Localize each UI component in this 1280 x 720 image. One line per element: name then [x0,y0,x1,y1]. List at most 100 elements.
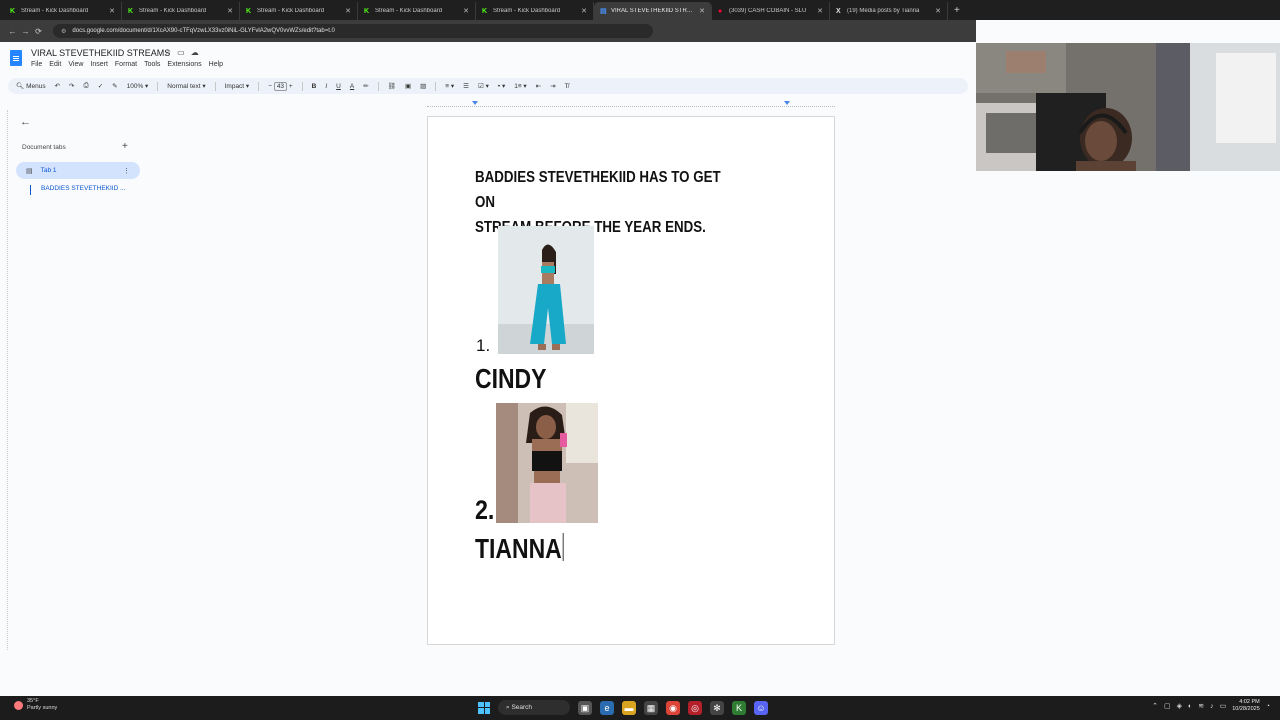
clock[interactable]: 4:02 PM 10/28/2025 [1232,699,1260,713]
line-spacing-icon[interactable]: ☰ [463,82,469,90]
tray-overflow-icon[interactable]: ⌃ [1152,702,1158,710]
kick-icon: K [10,7,16,15]
style-select[interactable]: Normal text ▾ [167,82,205,90]
text-color-icon[interactable]: A [350,83,354,90]
chrome-icon[interactable]: ◉ [666,700,680,715]
document-title[interactable]: VIRAL STEVETHEKIID STREAMS [31,48,170,58]
zoom-select[interactable]: 100% ▾ [127,82,149,90]
horizontal-ruler[interactable] [427,101,835,107]
browser-tab[interactable]: K Stream - Kick Dashboard ✕ [358,2,476,20]
close-outline-arrow-icon[interactable]: ← [20,116,31,128]
wifi-icon[interactable]: ≋ [1198,702,1204,710]
close-tab-icon[interactable]: ✕ [227,7,233,15]
notifications-icon[interactable]: ◔ [1266,703,1270,710]
site-info-icon[interactable]: ⚙ [61,28,66,35]
new-tab-button[interactable]: + [954,2,960,20]
browser-tab[interactable]: K Stream - Kick Dashboard ✕ [476,2,594,20]
tianna-photo[interactable] [496,403,598,523]
link-icon[interactable]: ⛓ [388,82,396,90]
outline-heading-item[interactable]: BADDIES STEVETHEKIID ... [30,185,130,195]
move-folder-icon[interactable]: ▭ [177,48,191,57]
task-view-icon[interactable]: ▣ [578,700,592,715]
forward-icon[interactable]: → [19,27,32,36]
toolbar-divider [157,81,159,91]
redo-icon[interactable]: ↷ [69,82,74,90]
reload-icon[interactable]: ⟳ [32,27,45,36]
align-icon[interactable]: ≡ ▾ [445,82,454,90]
more-options-icon[interactable]: ⋮ [123,167,130,175]
toolbar-divider [301,81,303,91]
tray-app-icon[interactable]: ▢ [1164,702,1171,710]
decrease-indent-icon[interactable]: ⇤ [536,82,541,90]
tray-app-icon[interactable]: ◐ [1188,703,1192,710]
docs-header: VIRAL STEVETHEKIID STREAMS ☆▭☁ File Edit V… [0,42,976,78]
url-field[interactable]: ⚙ docs.google.com/document/d/1XcAX90-cTF… [53,24,653,38]
close-tab-icon[interactable]: ✕ [699,7,705,15]
file-explorer-icon[interactable]: ▬ [622,700,636,715]
document-page[interactable]: BADDIES STEVETHEKIID HAS TO GET ON STREA… [427,116,835,645]
italic-icon[interactable]: I [325,83,327,90]
webcam-overlay [976,43,1280,171]
underline-icon[interactable]: U [336,83,341,90]
add-tab-icon[interactable]: + [122,141,128,152]
discord-icon[interactable]: ☺ [754,700,768,715]
star-icon[interactable]: ☆ [164,48,177,57]
browser-tab[interactable]: ● (3039) CASH COBAIN - SLU ✕ [712,2,830,20]
image-icon[interactable]: ▨ [420,82,426,90]
weather-widget[interactable]: 35°F Partly sunny [14,698,57,712]
clear-formatting-icon[interactable]: T̸ [565,83,569,90]
font-size-control[interactable]: − 43 + [268,81,293,91]
tray-app-icon[interactable]: ◈ [1177,702,1182,710]
menu-tools[interactable]: Tools [144,61,160,68]
indent-marker[interactable] [472,101,478,105]
cindy-photo[interactable] [498,226,594,354]
search-menus-button[interactable]: 🔍︎ Menus [16,82,46,90]
undo-icon[interactable]: ↶ [55,82,60,90]
numbered-list-icon[interactable]: 1≡ ▾ [514,82,526,90]
menu-file[interactable]: File [31,61,42,68]
obs-icon[interactable]: ◎ [688,700,702,715]
edge-icon[interactable]: e [600,700,614,715]
comment-icon[interactable]: ▣ [405,82,411,90]
browser-tab[interactable]: X (19) Media posts by Tianna ✕ [830,2,948,20]
bulleted-list-icon[interactable]: • ▾ [498,82,505,90]
close-tab-icon[interactable]: ✕ [463,7,469,15]
cloud-status-icon[interactable]: ☁ [191,48,205,57]
increase-indent-icon[interactable]: ⇥ [550,82,555,90]
bold-icon[interactable]: B [312,83,317,90]
highlight-icon[interactable]: ✏ [363,82,368,90]
windows-start-icon[interactable] [478,701,490,714]
kick-app-icon[interactable]: K [732,700,746,715]
checklist-icon[interactable]: ☑ ▾ [478,82,489,90]
browser-tab[interactable]: K Stream - Kick Dashboard ✕ [122,2,240,20]
clock-date: 10/28/2025 [1232,706,1260,712]
close-tab-icon[interactable]: ✕ [345,7,351,15]
menu-insert[interactable]: Insert [90,61,108,68]
font-select[interactable]: Impact ▾ [225,82,250,90]
store-icon[interactable]: ▦ [644,700,658,715]
close-tab-icon[interactable]: ✕ [581,7,587,15]
docs-logo-icon[interactable] [10,50,22,66]
menu-view[interactable]: View [68,61,83,68]
browser-tab[interactable]: K Stream - Kick Dashboard ✕ [240,2,358,20]
menu-format[interactable]: Format [115,61,137,68]
browser-tab[interactable]: ▤ VIRAL STEVETHEKIID STREAMS ✕ [594,2,712,20]
menu-edit[interactable]: Edit [49,61,61,68]
spellcheck-icon[interactable]: ✓ [98,82,103,90]
battery-icon[interactable]: ▭ [1220,702,1227,710]
right-indent-marker[interactable] [784,101,790,105]
close-tab-icon[interactable]: ✕ [935,7,941,15]
back-icon[interactable]: ← [6,27,19,36]
paint-format-icon[interactable]: ✎ [112,82,117,90]
volume-icon[interactable]: ♪ [1210,703,1214,710]
taskbar-search[interactable]: ⌕ Search [498,700,570,715]
print-icon[interactable]: ⎙ [83,82,88,90]
menu-extensions[interactable]: Extensions [167,61,201,68]
app-icon[interactable]: ✻ [710,700,724,715]
browser-tab[interactable]: K Stream - Kick Dashboard ✕ [4,2,122,20]
document-tab-1[interactable]: ▤ Tab 1 ⋮ [16,162,140,179]
close-tab-icon[interactable]: ✕ [817,7,823,15]
font-size-value[interactable]: 43 [273,81,288,91]
close-tab-icon[interactable]: ✕ [109,7,115,15]
menu-help[interactable]: Help [209,61,223,68]
